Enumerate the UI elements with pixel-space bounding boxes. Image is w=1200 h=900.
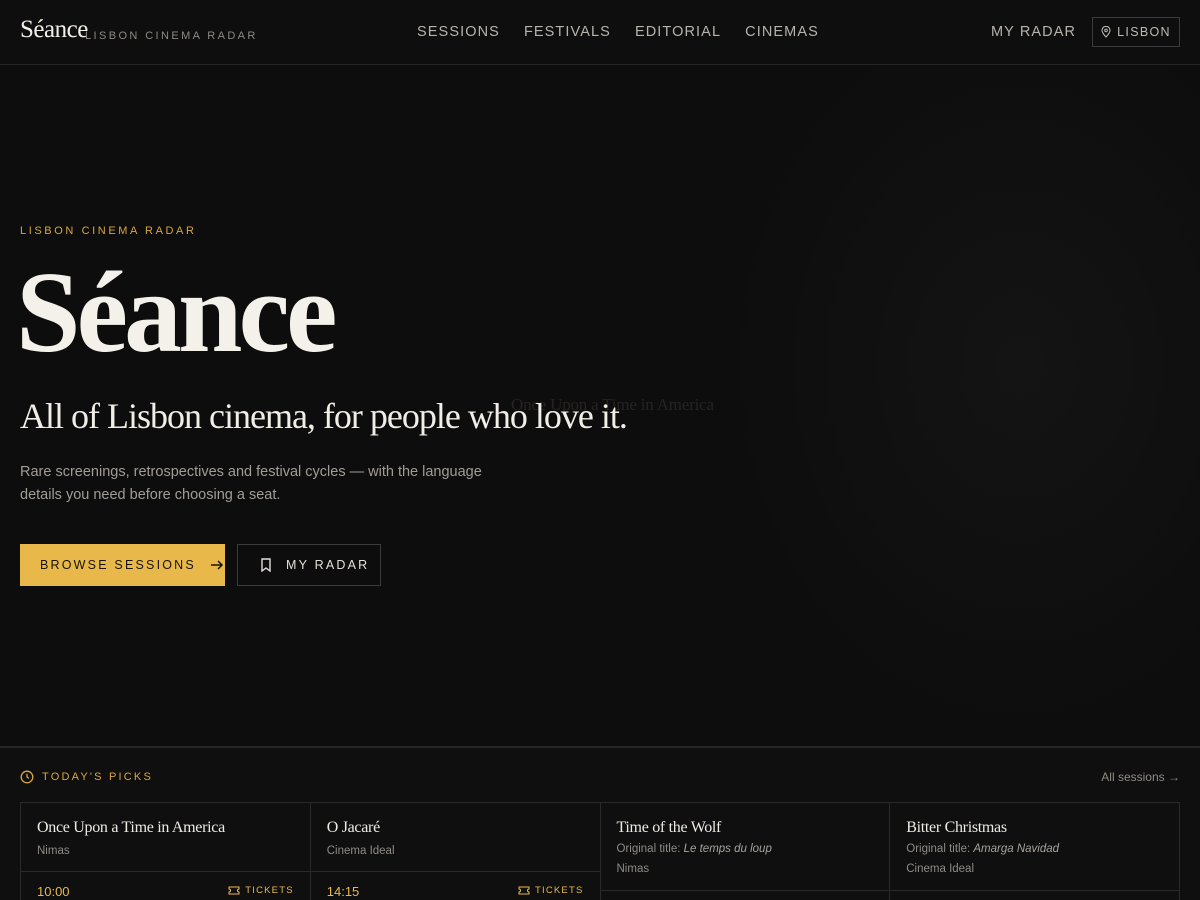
ticket-icon (228, 886, 240, 895)
top-navigation-bar: Séance LISBON CINEMA RADAR SESSIONS FEST… (0, 0, 1200, 65)
todays-picks-heading: TODAY'S PICKS (20, 770, 153, 784)
nav-sessions[interactable]: SESSIONS (417, 24, 500, 40)
hero-description: Rare screenings, retrospectives and fest… (20, 464, 482, 503)
todays-picks-section: TODAY'S PICKS All sessions → Once Upon a… (0, 746, 1200, 900)
pick-card-footer (600, 890, 890, 900)
hero-eyebrow: LISBON CINEMA RADAR (20, 225, 197, 237)
hero-subtitle: All of Lisbon cinema, for people who lov… (20, 396, 628, 436)
pick-card-title[interactable]: Time of the Wolf (617, 819, 722, 837)
city-label: LISBON (1117, 25, 1171, 39)
original-title-label: Original title: (906, 843, 971, 855)
my-radar-link[interactable]: MY RADAR (991, 24, 1076, 40)
location-pin-icon (1101, 26, 1111, 38)
main-nav: SESSIONS FESTIVALS EDITORIAL CINEMAS (417, 24, 819, 40)
pick-card-original-title: Original title: Le temps du loup (617, 843, 772, 855)
pick-card-time: 14:15 (326, 884, 360, 899)
pick-card[interactable]: Bitter Christmas Original title: Amarga … (890, 803, 1180, 900)
pick-card-venue: Cinema Ideal (906, 863, 975, 875)
nav-editorial[interactable]: EDITORIAL (635, 24, 721, 40)
nav-festivals[interactable]: FESTIVALS (524, 24, 611, 40)
ticket-icon (518, 886, 530, 895)
tickets-label: TICKETS (245, 885, 294, 896)
browse-sessions-label: BROWSE SESSIONS (40, 558, 196, 572)
original-title-label: Original title: (616, 843, 681, 855)
hero-title: Séance (16, 249, 337, 377)
hero-section: Once Upon a Time in America LISBON CINEM… (0, 65, 1200, 746)
pick-card-venue: Nimas (37, 845, 70, 857)
pick-card-footer: 10:00 TICKETS (21, 871, 310, 900)
original-title-value: Le temps du loup (683, 843, 772, 855)
pick-card-title[interactable]: Bitter Christmas (906, 819, 1007, 837)
pick-card-original-title: Original title: Amarga Navidad (906, 843, 1059, 855)
my-radar-button-label: MY RADAR (286, 558, 370, 572)
pick-card-venue: Nimas (616, 863, 650, 875)
pick-card-title[interactable]: Once Upon a Time in America (37, 819, 225, 837)
todays-picks-label: TODAY'S PICKS (42, 771, 153, 783)
tickets-button[interactable]: TICKETS (228, 885, 294, 896)
pick-card-time: 10:00 (37, 884, 70, 899)
tickets-label: TICKETS (534, 885, 584, 896)
pick-card-title[interactable]: O Jacaré (327, 819, 380, 837)
clock-icon (20, 770, 34, 784)
city-selector-button[interactable]: LISBON (1092, 17, 1180, 47)
pick-card-footer (890, 890, 1179, 900)
all-sessions-link[interactable]: All sessions → (1101, 770, 1180, 784)
pick-card-footer: 14:15 TICKETS (310, 871, 600, 900)
pick-card-venue: Cinema Ideal (326, 845, 395, 857)
tickets-button[interactable]: TICKETS (518, 885, 584, 896)
browse-sessions-button[interactable]: BROWSE SESSIONS (20, 544, 225, 586)
arrow-right-icon (210, 560, 224, 570)
pick-card[interactable]: Time of the Wolf Original title: Le temp… (600, 803, 891, 900)
nav-cinemas[interactable]: CINEMAS (745, 24, 819, 40)
bookmark-icon (261, 558, 271, 572)
my-radar-button[interactable]: MY RADAR (237, 544, 381, 586)
original-title-value: Amarga Navidad (973, 843, 1060, 855)
site-tagline: LISBON CINEMA RADAR (85, 30, 258, 42)
site-logo[interactable]: Séance (20, 16, 88, 44)
picks-card-grid: Once Upon a Time in America Nimas 10:00 … (20, 802, 1180, 900)
pick-card[interactable]: Once Upon a Time in America Nimas 10:00 … (21, 803, 311, 900)
pick-card[interactable]: O Jacaré Cinema Ideal 14:15 TICKETS (310, 803, 601, 900)
